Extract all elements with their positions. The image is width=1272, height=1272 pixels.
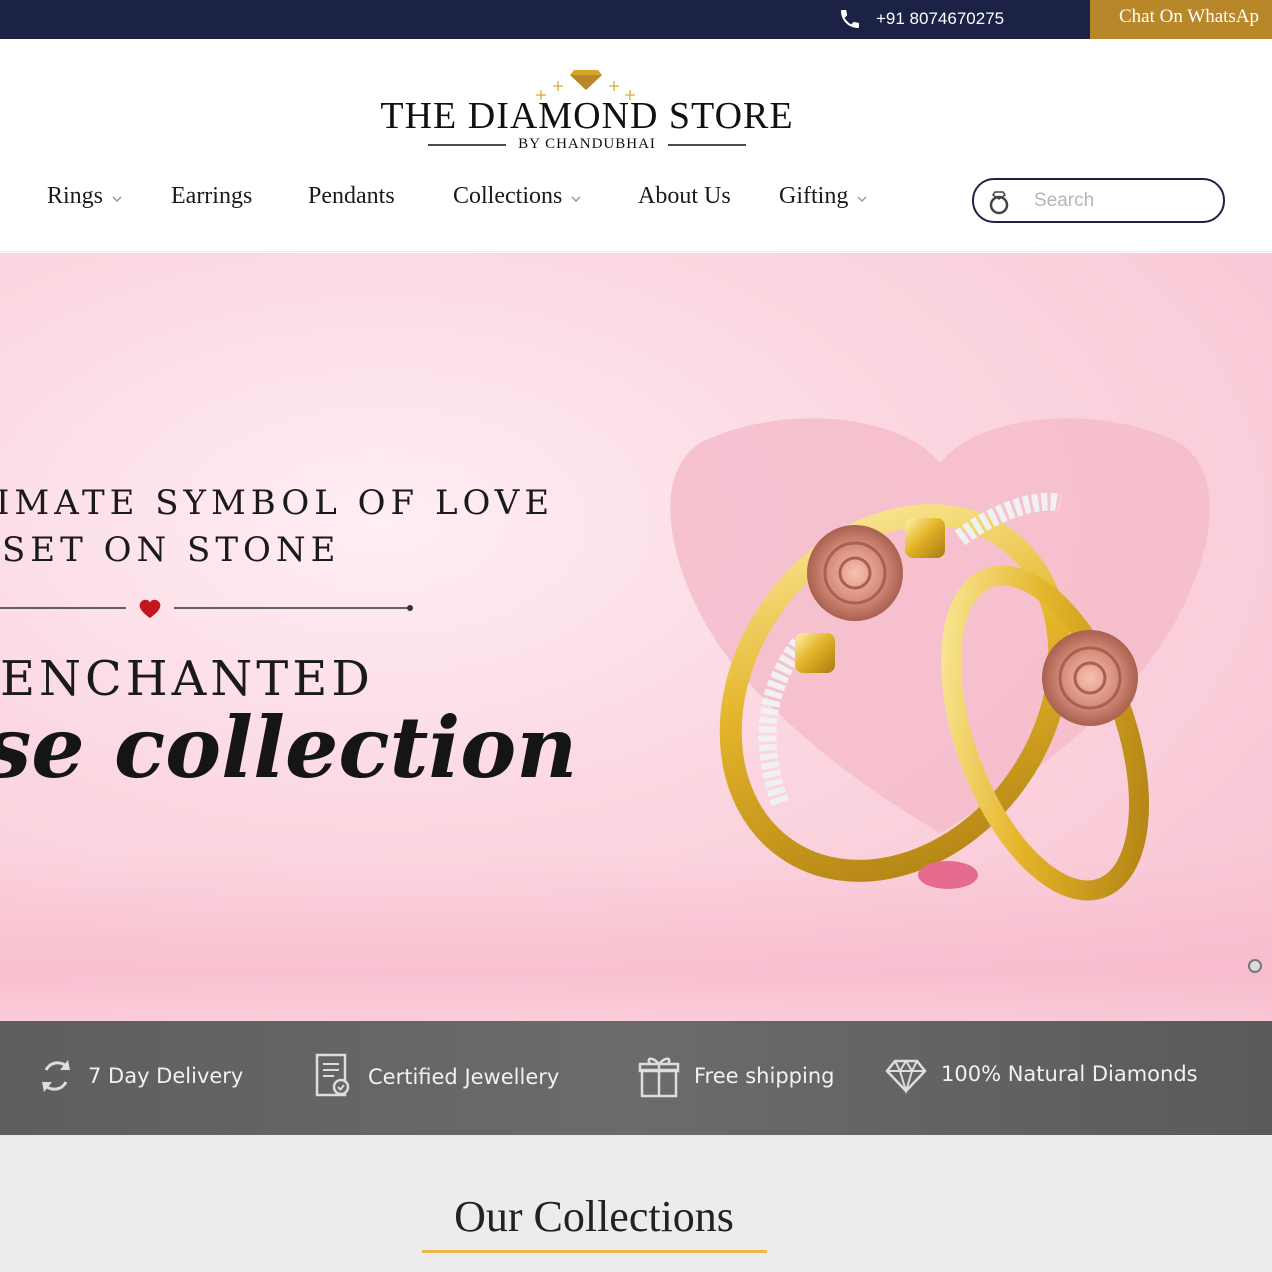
feature-certified: Certified Jewellery [314,1053,559,1101]
phone-number: +91 8074670275 [876,9,1005,28]
nav-item-label: Earrings [171,183,253,209]
feature-natural-diamonds: 100% Natural Diamonds [885,1053,1198,1095]
ring-search-icon [989,191,1009,215]
feature-delivery: 7 Day Delivery [38,1056,243,1096]
nav-item-label: About Us [638,183,731,209]
whatsapp-chat-button[interactable]: Chat On WhatsAp [1090,0,1272,39]
top-bar: +91 8074670275 Chat On WhatsAp [0,0,1272,39]
hero-banner[interactable]: IMATE SYMBOL OF LOVE SET ON STONE ENCHAN… [0,253,1272,1021]
nav-item-gifting[interactable]: Gifting [779,183,868,210]
logo-subtitle: BY CHANDUBHAI [518,136,656,152]
refresh-icon [42,1060,70,1092]
hero-divider [0,599,413,618]
feature-label: Free shipping [694,1064,835,1088]
logo-title: THE DIAMOND STORE [380,95,794,137]
chevron-down-icon [112,195,122,202]
feature-shipping: Free shipping [638,1054,834,1098]
hero-script-heading: se collection [0,698,578,797]
phone-contact[interactable]: +91 8074670275 [838,6,1004,32]
nav-item-collections[interactable]: Collections [453,183,582,210]
nav-item-label: Rings [47,183,104,209]
nav-item-label: Gifting [779,183,849,209]
nav-item-rings[interactable]: Rings [47,183,123,210]
phone-icon [841,10,859,28]
search-input[interactable] [1034,189,1214,213]
nav-item-label: Collections [453,183,563,209]
nav-item-label: Pendants [308,183,395,209]
certificate-icon [315,1053,350,1097]
hero-tagline-2: SET ON STONE [2,530,341,570]
slider-dot[interactable] [1248,959,1262,973]
feature-label: Certified Jewellery [368,1065,560,1089]
search-box[interactable] [972,178,1225,223]
features-strip: 7 Day Delivery Certified Jewellery Free … [0,1021,1272,1135]
title-underline [422,1250,767,1253]
collections-section: Our Collections [0,1135,1272,1272]
chevron-down-icon [571,195,581,202]
nav-item-pendants[interactable]: Pendants [308,183,395,210]
site-header: THE DIAMOND STORE BY CHANDUBHAI Rings Ea… [0,39,1272,252]
section-title: Our Collections [454,1192,734,1241]
feature-label: 7 Day Delivery [88,1064,244,1088]
feature-label: 100% Natural Diamonds [941,1062,1198,1086]
gift-icon [638,1057,680,1098]
hero-tagline-1: IMATE SYMBOL OF LOVE [0,483,555,523]
nav-item-about-us[interactable]: About Us [638,183,731,210]
chevron-down-icon [857,195,867,202]
site-logo[interactable]: THE DIAMOND STORE BY CHANDUBHAI [380,64,794,159]
diamond-icon [885,1059,927,1095]
rings-illustration [670,418,1210,901]
nav-item-earrings[interactable]: Earrings [171,183,252,210]
heart-icon [139,599,161,618]
